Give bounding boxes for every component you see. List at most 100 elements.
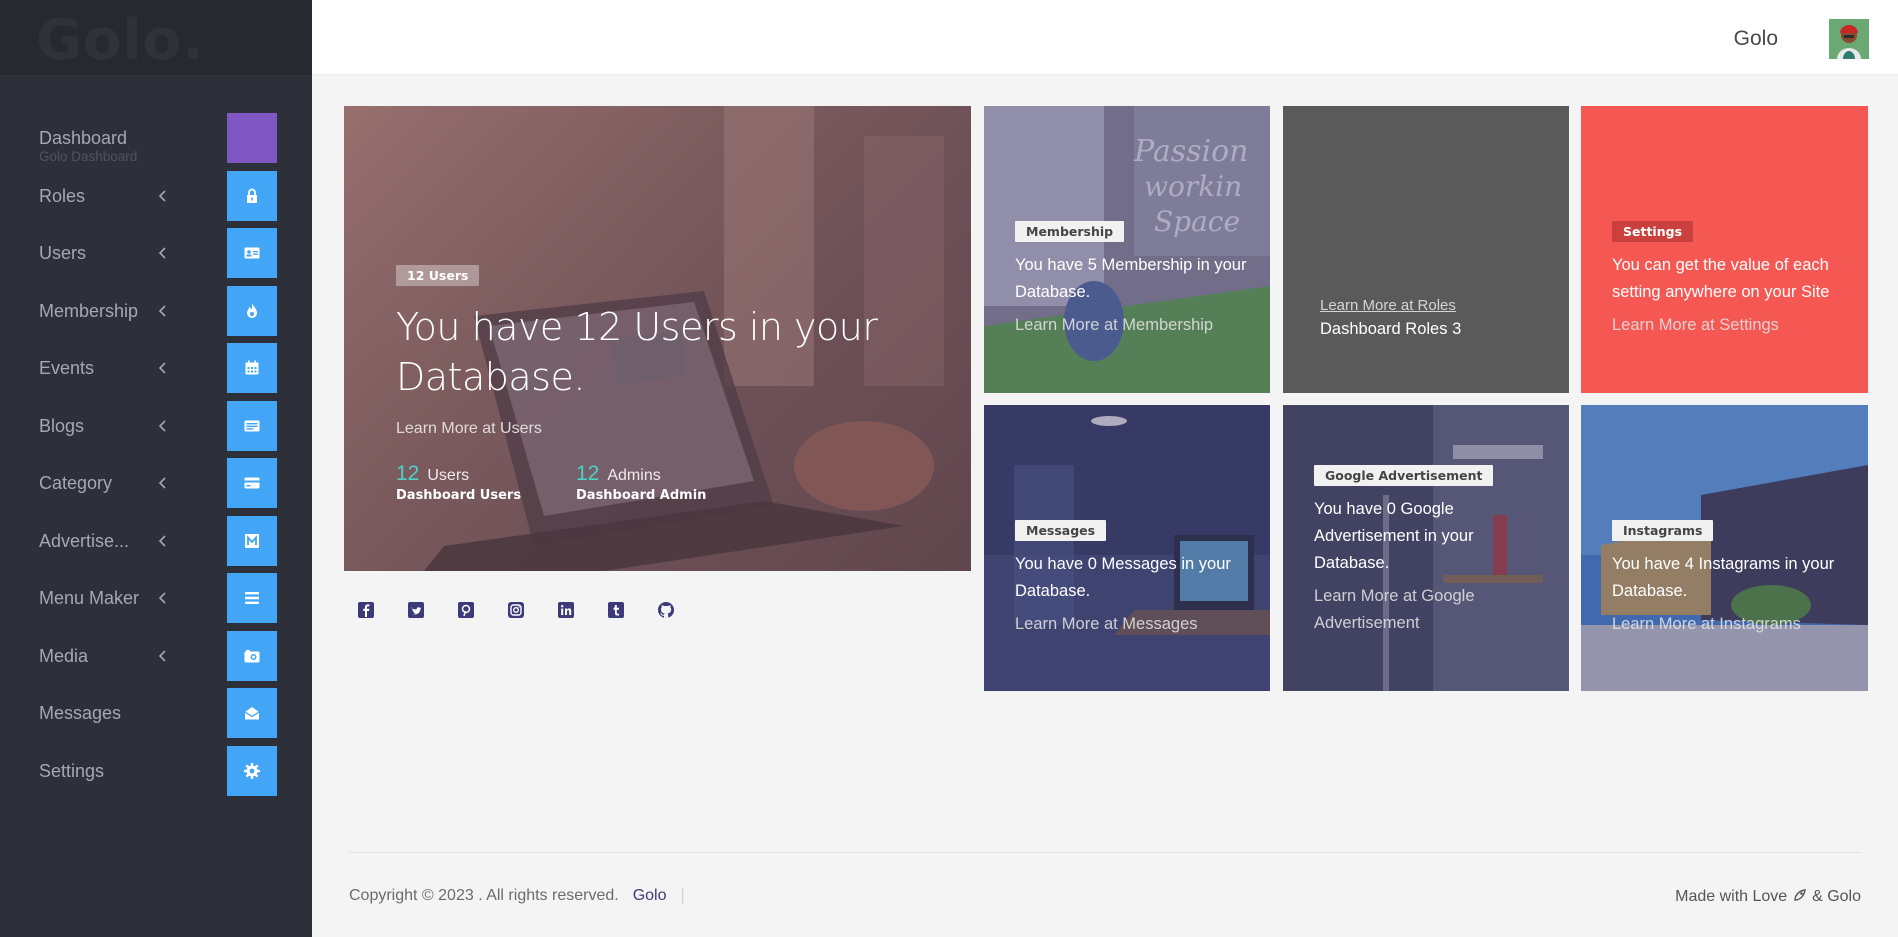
credit-card-icon[interactable] <box>227 458 277 508</box>
sidebar-item-users[interactable]: Users <box>0 227 312 285</box>
chevron-left-icon[interactable] <box>155 590 171 606</box>
social-links <box>356 600 676 620</box>
chevron-left-icon[interactable] <box>155 648 171 664</box>
roles-learn-more-link[interactable]: Learn More at Roles <box>1320 297 1549 314</box>
gear-icon[interactable] <box>227 745 277 796</box>
stat-unit: Admins <box>607 467 661 484</box>
tumblr-icon[interactable] <box>606 600 626 620</box>
instagrams-tag: Instagrams <box>1612 520 1714 541</box>
instagrams-text: You have 4 Instagrams in your Database. <box>1612 555 1835 600</box>
sidebar-item-label[interactable]: Users <box>39 243 86 264</box>
calendar-icon[interactable] <box>227 343 277 393</box>
users-hero-card[interactable]: 12 Users You have 12 Users in your Datab… <box>344 106 971 571</box>
sidebar-item-roles[interactable]: Roles <box>0 170 312 228</box>
dashboard-icon[interactable] <box>227 113 277 163</box>
instagram-icon[interactable] <box>506 600 526 620</box>
stat-admins: 12 Admins Dashboard Admin <box>576 462 756 503</box>
footer-brand-link[interactable]: Golo <box>633 887 667 904</box>
logo-text[interactable]: Golo. <box>36 8 204 73</box>
chevron-left-icon[interactable] <box>155 188 171 204</box>
chevron-left-icon[interactable] <box>155 245 171 261</box>
stat-value: 12 <box>576 462 600 485</box>
chevron-left-icon[interactable] <box>155 360 171 376</box>
google-learn-more-link[interactable]: Learn More at Google Advertisement <box>1314 583 1549 637</box>
made-with-text: Made with Love <box>1675 888 1788 905</box>
linkedin-icon[interactable] <box>556 600 576 620</box>
sidebar-item-category[interactable]: Category <box>0 457 312 515</box>
sidebar-item-label[interactable]: Events <box>39 358 94 379</box>
sidebar-item-label[interactable]: Roles <box>39 186 85 207</box>
messages-tag: Messages <box>1015 520 1107 541</box>
google-content: Google Advertisement You have 0 Google A… <box>1314 465 1549 637</box>
roles-content: Learn More at Roles Dashboard Roles 3 <box>1320 297 1549 339</box>
membership-tag: Membership <box>1015 221 1125 242</box>
chevron-left-icon[interactable] <box>155 418 171 434</box>
sidebar-item-label[interactable]: Messages <box>39 703 121 724</box>
sidebar-item-advertisements[interactable]: Advertise... <box>0 515 312 573</box>
avatar[interactable] <box>1829 19 1869 59</box>
settings-card[interactable]: Settings You can get the value of each s… <box>1581 106 1868 393</box>
google-text: You have 0 Google Advertisement in your … <box>1314 500 1474 572</box>
google-tag: Google Advertisement <box>1314 465 1494 486</box>
sidebar-item-sublabel: Golo Dashboard <box>39 149 138 164</box>
sidebar-item-label[interactable]: Settings <box>39 761 104 782</box>
settings-tag: Settings <box>1612 221 1694 242</box>
footer-made-with: Made with Love & Golo <box>1675 887 1861 906</box>
settings-learn-more-link[interactable]: Learn More at Settings <box>1612 312 1848 339</box>
stat-value: 12 <box>396 462 420 485</box>
fire-icon[interactable] <box>227 285 277 336</box>
instagrams-card[interactable]: Instagrams You have 4 Instagrams in your… <box>1581 405 1868 691</box>
gmail-icon[interactable] <box>227 515 277 566</box>
instagrams-learn-more-link[interactable]: Learn More at Instagrams <box>1612 611 1848 638</box>
chevron-left-icon[interactable] <box>155 303 171 319</box>
messages-content: Messages You have 0 Messages in your Dat… <box>1015 520 1250 638</box>
messages-card[interactable]: Messages You have 0 Messages in your Dat… <box>984 405 1270 691</box>
logo[interactable]: Golo. <box>0 0 312 75</box>
sidebar-item-settings[interactable]: Settings <box>0 745 312 803</box>
sidebar-item-membership[interactable]: Membership <box>0 285 312 343</box>
chevron-left-icon[interactable] <box>155 533 171 549</box>
sidebar-item-messages[interactable]: Messages <box>0 687 312 745</box>
pinterest-icon[interactable] <box>456 600 476 620</box>
rocket-icon <box>1793 889 1806 901</box>
sidebar-item-label[interactable]: Dashboard <box>39 128 127 149</box>
newspaper-icon[interactable] <box>227 400 277 451</box>
sidebar-item-label[interactable]: Membership <box>39 301 138 322</box>
membership-text: You have 5 Membership in your Database. <box>1015 256 1247 301</box>
camera-icon[interactable] <box>227 630 277 681</box>
stat-unit: Users <box>427 467 470 484</box>
sidebar-item-blogs[interactable]: Blogs <box>0 400 312 458</box>
sidebar-item-media[interactable]: Media <box>0 630 312 688</box>
sidebar-item-menu-maker[interactable]: Menu Maker <box>0 572 312 630</box>
sidebar-item-label[interactable]: Category <box>39 473 112 494</box>
lock-icon[interactable] <box>227 170 277 221</box>
sidebar-item-label[interactable]: Advertise... <box>39 531 129 552</box>
stat-description: Dashboard Users <box>396 488 522 503</box>
sidebar-item-label[interactable]: Media <box>39 646 88 667</box>
hero-title: You have 12 Users in your Database. <box>396 305 878 399</box>
top-header: Golo <box>312 0 1898 75</box>
sidebar-item-dashboard[interactable]: Dashboard Golo Dashboard <box>0 112 312 170</box>
instagrams-content: Instagrams You have 4 Instagrams in your… <box>1612 520 1848 638</box>
envelope-open-icon[interactable] <box>227 688 277 738</box>
stat-users: 12 Users Dashboard Users <box>396 462 576 503</box>
chevron-left-icon[interactable] <box>155 475 171 491</box>
github-icon[interactable] <box>656 600 676 620</box>
sidebar-item-events[interactable]: Events <box>0 342 312 400</box>
list-icon[interactable] <box>227 573 277 623</box>
membership-card[interactable]: Passion workin Space Membership You have… <box>984 106 1270 393</box>
messages-learn-more-link[interactable]: Learn More at Messages <box>1015 611 1250 638</box>
hero-tag: 12 Users <box>396 265 480 286</box>
id-card-icon[interactable] <box>227 228 277 278</box>
membership-learn-more-link[interactable]: Learn More at Membership <box>1015 312 1250 339</box>
sidebar-item-label[interactable]: Menu Maker <box>39 588 139 609</box>
settings-text: You can get the value of each setting an… <box>1612 256 1830 301</box>
roles-card[interactable]: Learn More at Roles Dashboard Roles 3 <box>1283 106 1569 393</box>
google-advertisement-card[interactable]: Google Advertisement You have 0 Google A… <box>1283 405 1569 691</box>
twitter-icon[interactable] <box>406 600 426 620</box>
header-username[interactable]: Golo <box>1734 27 1778 51</box>
sidebar-item-label[interactable]: Blogs <box>39 416 84 437</box>
hero-stats: 12 Users Dashboard Users 12 Admins Dashboa… <box>396 462 951 503</box>
hero-learn-more-link[interactable]: Learn More at Users <box>396 420 951 438</box>
facebook-icon[interactable] <box>356 600 376 620</box>
